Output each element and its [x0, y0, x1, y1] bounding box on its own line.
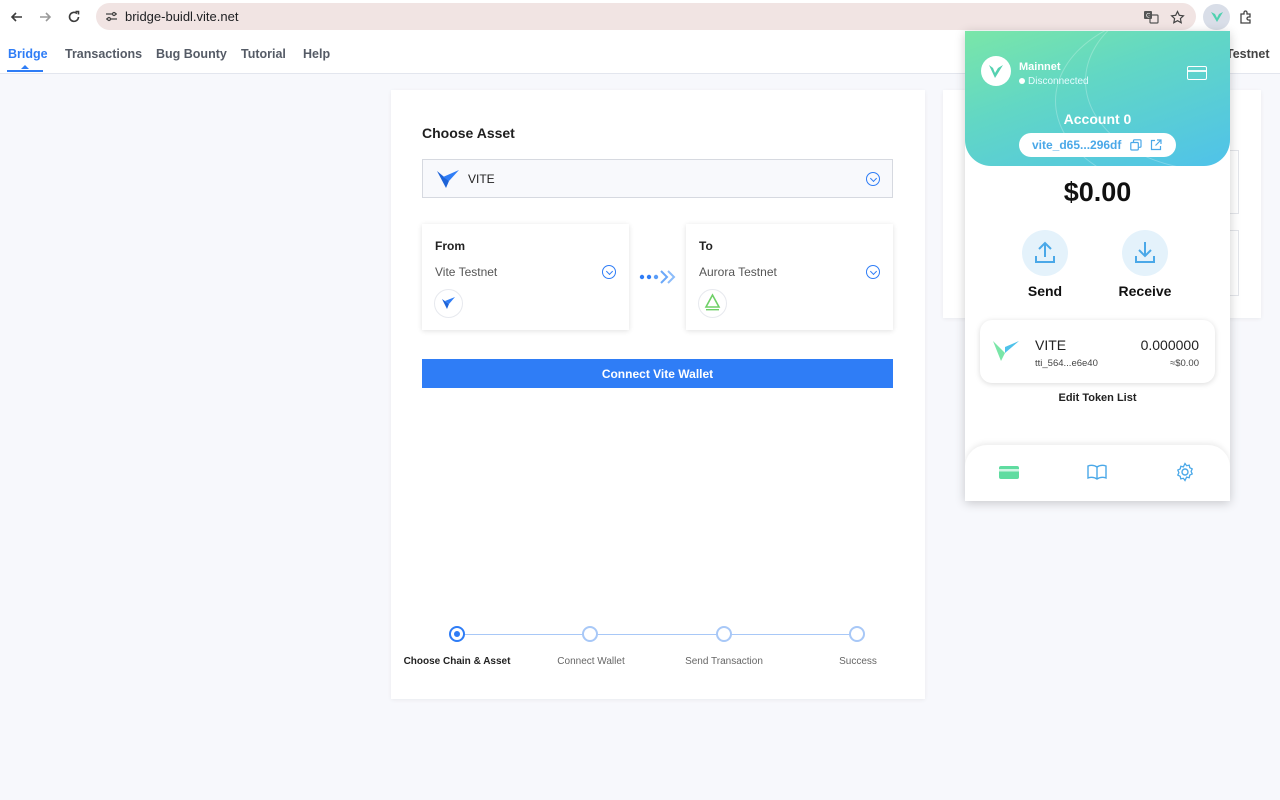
- address-pill: vite_d65...296df: [1019, 133, 1176, 157]
- active-tab-underline: [7, 70, 43, 72]
- wallet-network[interactable]: Mainnet: [1019, 61, 1061, 73]
- copy-icon[interactable]: [1130, 139, 1142, 151]
- chevron-down-icon[interactable]: [866, 265, 880, 279]
- status-dot: [1019, 78, 1025, 84]
- step-label-1: Choose Chain & Asset: [403, 656, 511, 667]
- browser-toolbar: bridge-buidl.vite.net G: [0, 0, 1280, 34]
- aurora-chain-logo: [698, 289, 727, 318]
- wallet-logo: [981, 56, 1011, 86]
- wallet-address: vite_d65...296df: [1032, 138, 1122, 152]
- url-text: bridge-buidl.vite.net: [125, 9, 239, 24]
- address-bar[interactable]: bridge-buidl.vite.net: [96, 3, 1196, 30]
- step-label-2: Connect Wallet: [557, 656, 625, 667]
- download-icon: [1135, 242, 1155, 263]
- reload-icon[interactable]: [63, 6, 85, 28]
- edit-token-list-link[interactable]: Edit Token List: [965, 392, 1230, 404]
- translate-icon[interactable]: G: [1140, 6, 1162, 28]
- step-dot-1: [449, 626, 465, 642]
- vite-logo-icon: [993, 341, 1019, 361]
- chevron-down-icon[interactable]: [602, 265, 616, 279]
- extensions-puzzle-icon[interactable]: [1234, 6, 1256, 28]
- wallet-balance: $0.00: [1063, 177, 1132, 207]
- to-chain-name: Aurora Testnet: [699, 265, 777, 279]
- from-heading: From: [435, 239, 465, 253]
- nav-bridge[interactable]: Bridge: [8, 47, 48, 61]
- forward-icon[interactable]: [34, 6, 56, 28]
- vite-logo-icon: [989, 65, 1003, 78]
- step-dot-2: [582, 626, 598, 642]
- address-book-icon[interactable]: [1086, 462, 1108, 482]
- to-heading: To: [699, 239, 713, 253]
- from-chain-box[interactable]: From Vite Testnet: [422, 224, 629, 330]
- choose-asset-title: Choose Asset: [422, 125, 515, 141]
- step-label-4: Success: [839, 656, 877, 667]
- bookmark-star-icon[interactable]: [1166, 6, 1188, 28]
- network-selector[interactable]: Testnet: [1226, 47, 1270, 61]
- token-fiat-value: ≈$0.00: [1170, 358, 1199, 369]
- vite-extension-icon[interactable]: [1203, 4, 1230, 30]
- token-amount: 0.000000: [1140, 337, 1199, 353]
- aurora-logo-icon: [704, 293, 721, 311]
- asset-select[interactable]: VITE: [422, 159, 893, 198]
- token-row[interactable]: VITE tti_564...e6e40 0.000000 ≈$0.00: [980, 320, 1215, 383]
- connect-wallet-button[interactable]: Connect Vite Wallet: [422, 359, 893, 388]
- send-label[interactable]: Send: [1000, 283, 1090, 299]
- vite-logo-icon: [437, 170, 459, 188]
- nav-bug-bounty[interactable]: Bug Bounty: [156, 47, 227, 61]
- nav-help[interactable]: Help: [303, 47, 330, 61]
- active-tab-caret: [21, 65, 29, 69]
- asset-label: VITE: [468, 172, 495, 186]
- upload-icon: [1035, 241, 1055, 263]
- back-icon[interactable]: [6, 6, 28, 28]
- nav-tutorial[interactable]: Tutorial: [241, 47, 286, 61]
- site-settings-icon[interactable]: [105, 10, 118, 23]
- vite-chain-logo: [434, 289, 463, 318]
- token-id: tti_564...e6e40: [1035, 358, 1098, 369]
- chevron-down-icon: [866, 172, 880, 186]
- wallet-popup: Mainnet Disconnected Account 0 vite_d65.…: [965, 31, 1230, 501]
- wallet-header: Mainnet Disconnected Account 0 vite_d65.…: [965, 31, 1230, 166]
- nav-transactions[interactable]: Transactions: [65, 47, 142, 61]
- step-dot-3: [716, 626, 732, 642]
- card-icon[interactable]: [1187, 66, 1207, 80]
- receive-button[interactable]: [1122, 230, 1168, 276]
- to-chain-box[interactable]: To Aurora Testnet: [686, 224, 893, 330]
- receive-label[interactable]: Receive: [1100, 283, 1190, 299]
- wallet-card-icon[interactable]: [998, 462, 1020, 482]
- wallet-footer-nav: [965, 445, 1230, 501]
- bridge-card: Choose Asset VITE From Vite Testnet To A…: [391, 90, 925, 699]
- from-chain-name: Vite Testnet: [435, 265, 498, 279]
- external-link-icon[interactable]: [1150, 139, 1162, 151]
- account-name[interactable]: Account 0: [965, 111, 1230, 127]
- connection-status: Disconnected: [1028, 76, 1089, 87]
- vite-logo-icon: [442, 297, 455, 309]
- settings-gear-icon[interactable]: [1174, 462, 1196, 482]
- steps-progress-line: [457, 634, 858, 635]
- step-dot-4: [849, 626, 865, 642]
- step-label-3: Send Transaction: [685, 656, 763, 667]
- token-symbol: VITE: [1035, 337, 1067, 353]
- send-button[interactable]: [1022, 230, 1068, 276]
- direction-arrows-icon: [639, 270, 676, 284]
